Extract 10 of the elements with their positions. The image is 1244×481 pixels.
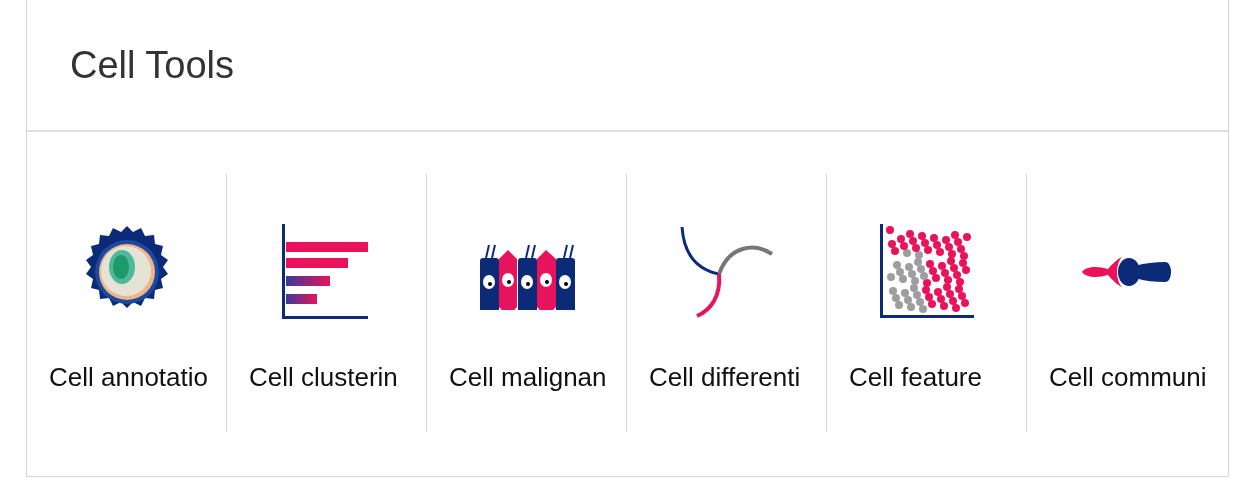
scatter-plot-icon — [879, 224, 974, 320]
tool-label[interactable]: Cell malignan — [427, 364, 607, 390]
tool-label[interactable]: Cell clusterin — [227, 364, 398, 390]
tool-label[interactable]: Cell feature — [827, 364, 982, 390]
branching-lines-icon — [678, 226, 775, 318]
tool-label[interactable]: Cell annotatio — [27, 364, 208, 390]
tool-label[interactable]: Cell differenti — [627, 364, 801, 390]
signal-molecules-icon — [1080, 255, 1174, 289]
tool-label[interactable]: Cell communi — [1027, 364, 1207, 390]
panel-title: Cell Tools — [70, 45, 235, 84]
